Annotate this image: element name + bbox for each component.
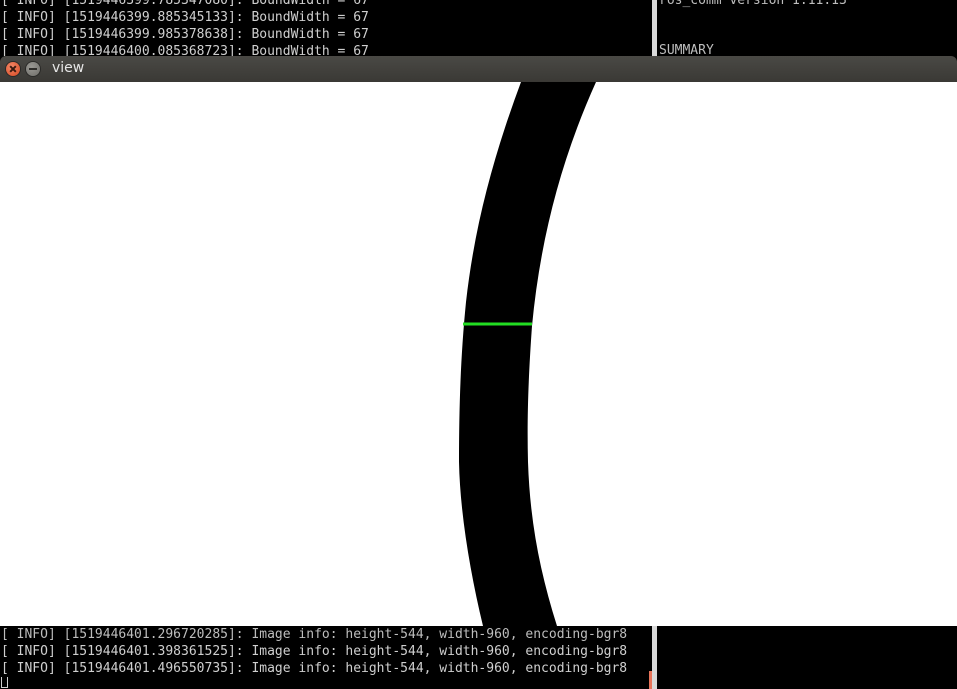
image-view-window[interactable]: view bbox=[0, 56, 957, 626]
terminal-line: [ INFO] [1519446401.398361525]: Image in… bbox=[1, 644, 628, 659]
window-title: view bbox=[52, 60, 85, 76]
terminal-bottom-left[interactable]: [ INFO] [1519446401.296720285]: Image in… bbox=[0, 626, 652, 689]
camera-image bbox=[0, 82, 957, 626]
terminal-divider[interactable] bbox=[652, 0, 657, 56]
terminal-line: [ INFO] [1519446399.785347080]: BoundWid… bbox=[1, 0, 369, 8]
window-titlebar[interactable]: view bbox=[0, 56, 957, 82]
minimize-button[interactable] bbox=[26, 62, 40, 76]
terminal-line: [ INFO] [1519446401.496550735]: Image in… bbox=[1, 661, 628, 676]
terminal-line: ros_comm version 1.11.13 bbox=[659, 0, 847, 8]
terminal-top-left[interactable]: [ INFO] [1519446399.785347080]: BoundWid… bbox=[0, 0, 652, 56]
terminal-line: [ INFO] [1519446400.085368723]: BoundWid… bbox=[1, 44, 369, 56]
terminal-top-right[interactable]: ros_comm version 1.11.13 SUMMARY bbox=[658, 0, 957, 56]
terminal-cursor bbox=[1, 677, 8, 688]
terminal-line: [ INFO] [1519446401.296720285]: Image in… bbox=[1, 627, 628, 642]
close-button[interactable] bbox=[6, 62, 20, 76]
terminal-line: SUMMARY bbox=[659, 43, 714, 56]
image-canvas[interactable] bbox=[0, 82, 957, 626]
terminal-bottom-right[interactable] bbox=[657, 626, 957, 689]
terminal-line: [ INFO] [1519446399.885345133]: BoundWid… bbox=[1, 10, 369, 25]
terminal-line: [ INFO] [1519446399.985378638]: BoundWid… bbox=[1, 27, 369, 42]
